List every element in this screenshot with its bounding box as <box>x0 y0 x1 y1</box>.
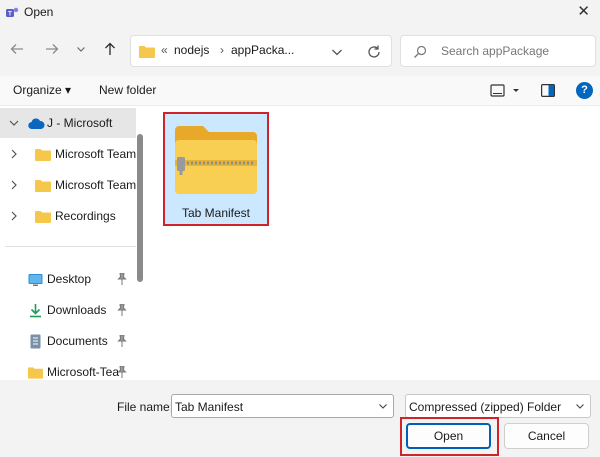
chevron-right-icon[interactable] <box>8 210 20 222</box>
breadcrumb-item[interactable]: nodejs <box>174 43 209 57</box>
chevron-down-icon[interactable] <box>8 117 20 129</box>
back-button[interactable] <box>7 39 27 59</box>
sidebar-item-label: J - Microsoft <box>47 116 113 130</box>
navigation-pane: J - Microsoft Microsoft Team Microsoft T… <box>0 106 146 380</box>
window-title: Open <box>24 5 54 19</box>
pin-icon[interactable] <box>117 273 127 285</box>
sidebar-scrollbar[interactable] <box>137 134 143 282</box>
pin-icon[interactable] <box>117 304 127 316</box>
sidebar-item-microsoft-team-2[interactable]: Microsoft Team <box>0 170 136 200</box>
breadcrumb-item[interactable]: appPacka... <box>231 43 294 57</box>
help-button[interactable]: ? <box>576 82 593 99</box>
file-type-select[interactable]: Compressed (zipped) Folder <box>405 394 591 418</box>
sidebar-item-label: Microsoft Team <box>55 147 137 161</box>
arrow-right-icon <box>46 44 59 54</box>
sidebar-item-label: Recordings <box>55 209 116 223</box>
chevron-down-icon[interactable] <box>330 45 344 59</box>
file-name: Tab Manifest <box>181 206 251 220</box>
recent-locations-button[interactable] <box>71 39 91 59</box>
pin-icon[interactable] <box>117 335 127 347</box>
chevron-down-icon[interactable] <box>378 401 388 411</box>
refresh-icon[interactable] <box>366 44 382 60</box>
breadcrumb-overflow[interactable]: « <box>161 43 168 57</box>
close-button[interactable]: ✕ <box>577 4 590 20</box>
sidebar-item-documents[interactable]: Documents <box>0 326 136 356</box>
organize-menu[interactable]: Organize ▾ <box>13 83 71 97</box>
navigation-bar: « nodejs › appPacka... Search appPackage <box>0 26 600 76</box>
sidebar-item-label: Microsoft Team <box>55 178 137 192</box>
svg-text:T: T <box>8 12 12 18</box>
sidebar-item-onedrive[interactable]: J - Microsoft <box>0 108 136 138</box>
view-options-icon[interactable] <box>490 83 524 99</box>
desktop-icon <box>28 274 43 286</box>
search-input[interactable]: Search appPackage <box>400 35 596 67</box>
file-name-value: Tab Manifest <box>175 400 244 414</box>
file-list: Tab Manifest <box>146 106 600 380</box>
breadcrumb-separator[interactable]: › <box>220 43 224 57</box>
preview-pane-icon[interactable] <box>541 84 555 97</box>
arrow-up-icon <box>105 42 115 55</box>
folder-icon <box>28 367 43 379</box>
folder-icon <box>35 211 51 223</box>
sidebar-item-recordings[interactable]: Recordings <box>0 201 136 231</box>
forward-button[interactable] <box>42 39 62 59</box>
chevron-down-icon <box>77 47 85 52</box>
dialog-footer: File name: Tab Manifest Compressed (zipp… <box>0 380 600 457</box>
search-placeholder: Search appPackage <box>441 44 550 58</box>
sidebar-item-label: Microsoft-Tea <box>47 365 120 379</box>
file-item[interactable]: Tab Manifest <box>163 112 269 226</box>
sidebar-divider <box>5 246 136 247</box>
file-type-value: Compressed (zipped) Folder <box>409 400 562 414</box>
sidebar-item-downloads[interactable]: Downloads <box>0 295 136 325</box>
command-bar: Organize ▾ New folder ? <box>0 76 600 106</box>
address-bar[interactable]: « nodejs › appPacka... <box>130 35 392 67</box>
title-bar: T Open ✕ <box>0 0 600 26</box>
cancel-button[interactable]: Cancel <box>504 423 589 449</box>
folder-icon <box>35 149 51 161</box>
open-button[interactable]: Open <box>406 423 491 449</box>
chevron-right-icon[interactable] <box>8 148 20 160</box>
arrow-left-icon <box>10 44 23 54</box>
sidebar-item-microsoft-team[interactable]: Microsoft Team <box>0 139 136 169</box>
folder-icon <box>35 180 51 192</box>
chevron-down-icon[interactable] <box>575 401 585 411</box>
up-button[interactable] <box>100 39 120 59</box>
chevron-right-icon[interactable] <box>8 179 20 191</box>
documents-icon <box>30 334 41 349</box>
folder-icon <box>139 46 155 58</box>
sidebar-item-label: Documents <box>47 334 108 348</box>
sidebar-item-label: Downloads <box>47 303 107 317</box>
file-name-label: File name: <box>117 400 174 414</box>
search-icon <box>414 45 427 58</box>
onedrive-icon <box>28 118 45 129</box>
file-name-input[interactable]: Tab Manifest <box>171 394 394 418</box>
zip-folder-icon <box>175 126 257 194</box>
download-icon <box>30 304 41 318</box>
sidebar-item-label: Desktop <box>47 272 92 286</box>
teams-icon: T <box>6 7 19 18</box>
pin-icon[interactable] <box>117 366 127 378</box>
sidebar-item-desktop[interactable]: Desktop <box>0 264 136 294</box>
new-folder-button[interactable]: New folder <box>99 83 156 97</box>
